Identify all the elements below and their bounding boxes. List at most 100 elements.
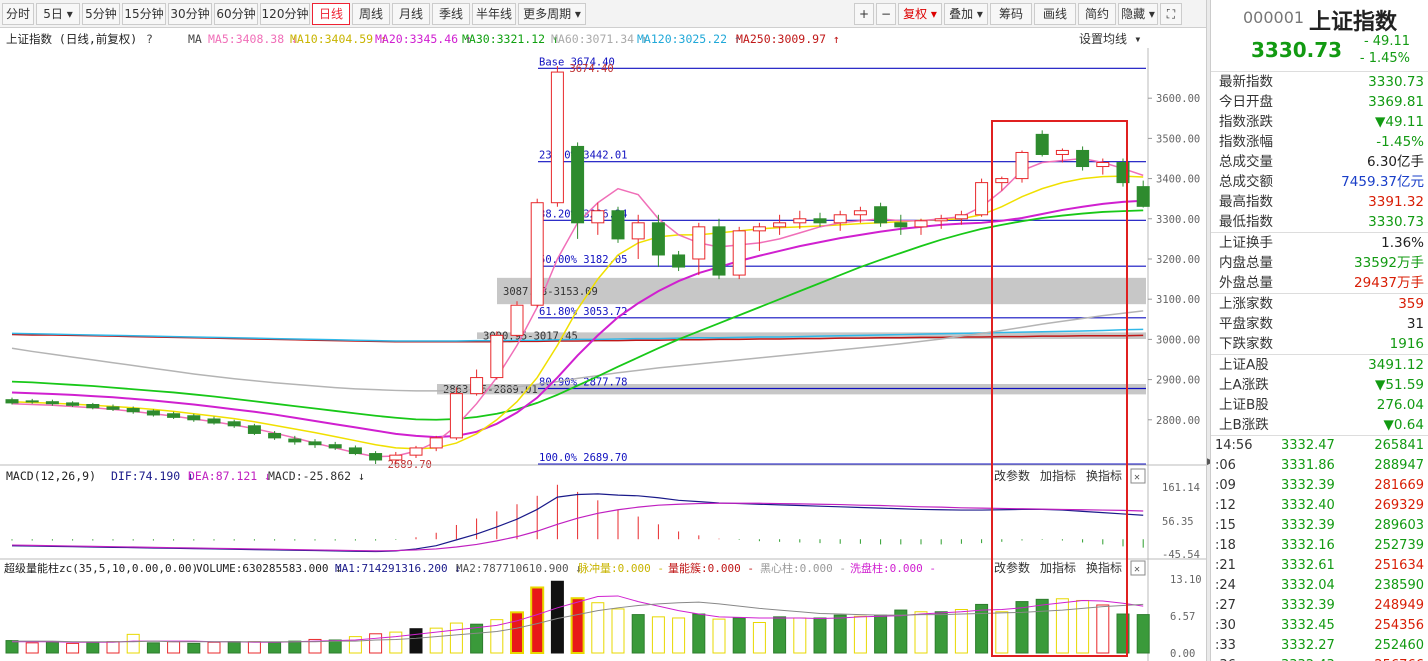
candle-body [268,432,282,439]
tick-time: 14:56 [1215,438,1253,453]
y-tick-label: 3100.00 [1156,294,1200,306]
period-button-1[interactable]: 5日 ▾ [36,3,80,25]
tick-price: 3332.61 [1281,558,1335,573]
tool-button-8[interactable]: ⛶ [1160,3,1182,25]
ma-legend-9: MA250:3009.97 ↑ [736,32,840,46]
tick-price: 3332.39 [1281,518,1335,533]
tick-row: :24 3332.04 238590 [1211,576,1428,596]
period-button-11[interactable]: 半年线 [472,3,516,25]
stat-value: 3369.81 [1368,94,1424,110]
tick-row: :21 3332.61 251634 [1211,556,1428,576]
period-button-12[interactable]: 更多周期 ▾ [518,3,586,25]
stat-row: 外盘总量 29437万手 [1211,273,1428,293]
candle-body [348,447,362,455]
period-button-4[interactable]: 30分钟 [168,3,212,25]
ma-legend-2: MA [188,32,202,46]
tick-time: :33 [1215,638,1236,653]
tool-button-0[interactable]: + [854,3,874,25]
tool-button-7[interactable]: 隐藏 ▾ [1118,3,1158,25]
candle-body [328,444,342,449]
volume-bar [853,615,867,654]
macd-button-1[interactable]: 加指标 [1040,468,1076,483]
stat-value: 359 [1398,296,1424,312]
volume-bar [227,641,241,654]
stat-row: 内盘总量 33592万手 [1211,253,1428,273]
candle-body [146,410,160,416]
period-button-2[interactable]: 5分钟 [82,3,120,25]
candle-body [1015,151,1029,180]
stat-row: 上证A股 3491.12 [1211,355,1428,375]
volume-bar [66,642,80,654]
volume-bar [672,617,686,654]
volume-button-2[interactable]: 换指标 [1086,560,1122,575]
tick-volume: 251634 [1374,558,1424,573]
volume-bar [894,609,908,654]
stat-label: 上证换手 [1219,235,1273,251]
stat-row: 总成交量 6.30亿手 [1211,152,1428,172]
tick-list[interactable]: 14:56 3332.47 265841:06 3331.86 288947:09 333… [1211,435,1428,661]
period-button-7[interactable]: 日线 [312,3,350,25]
volume-bar [1136,614,1150,654]
stat-label: 上证B股 [1219,397,1269,413]
period-button-8[interactable]: 周线 [352,3,390,25]
volume-bar [692,613,706,654]
stat-label: 今日开盘 [1219,94,1273,110]
macd-value-label: MACD:-25.862 ↓ [268,469,365,483]
tick-volume: 289603 [1374,518,1424,533]
kline-chart[interactable]: 上证指数 (日线,前复权)? MA MA5:3408.38 ↓MA10:3404.5… [0,28,1206,661]
candle-body [793,218,807,224]
candle-body [692,226,706,260]
tick-volume: 269329 [1374,498,1424,513]
stat-row: 平盘家数 31 [1211,314,1428,334]
period-button-10[interactable]: 季线 [432,3,470,25]
period-button-6[interactable]: 120分钟 [260,3,310,25]
tick-price: 3332.39 [1281,598,1335,613]
tool-button-6[interactable]: 简约 [1078,3,1116,25]
tool-button-1[interactable]: − [876,3,896,25]
stat-group-1: 上证换手 1.36% 内盘总量 33592万手 外盘总量 29437万手 [1211,232,1428,293]
period-button-3[interactable]: 15分钟 [122,3,166,25]
tool-button-2[interactable]: 复权 ▾ [898,3,942,25]
stat-label: 最低指数 [1219,214,1273,230]
stat-row: 最高指数 3391.32 [1211,192,1428,212]
candle-body [530,202,544,306]
volume-bar [813,617,827,654]
tick-price: 3332.43 [1281,656,1335,661]
period-button-9[interactable]: 月线 [392,3,430,25]
y-tick-label: 3000.00 [1156,334,1200,346]
period-button-5[interactable]: 60分钟 [214,3,258,25]
tick-price: 3332.27 [1281,638,1335,653]
tool-button-5[interactable]: 画线 [1034,3,1076,25]
candle-body [308,441,322,446]
macd-button-2[interactable]: 换指标 [1086,468,1122,483]
candle-body [975,182,989,216]
volume-button-0[interactable]: 改参数 [994,560,1030,575]
tick-time: :30 [1215,618,1236,633]
volume-button-1[interactable]: 加指标 [1040,560,1076,575]
fib-label: 100.0% 2689.70 [539,452,628,464]
volume-bar [288,640,302,654]
stat-label: 下跌家数 [1219,336,1273,352]
volume-legend-1: VOLUME:630285583.000 ↓ [196,562,342,575]
volume-bar [732,617,746,654]
macd-dea-label: DEA:87.121 ↓ [188,469,271,483]
y-tick-label: 3300.00 [1156,214,1200,226]
tool-button-3[interactable]: 叠加 ▾ [944,3,988,25]
tick-volume: 248949 [1374,598,1424,613]
candle-body [672,254,686,268]
stat-label: 总成交量 [1219,154,1273,170]
macd-button-0[interactable]: 改参数 [994,468,1030,483]
tick-row: :12 3332.40 269329 [1211,496,1428,516]
candle-body [732,230,746,276]
volume-legend-7: 洗盘柱:0.000 - [850,561,936,575]
stat-group-0: 最新指数 3330.73 今日开盘 3369.81 指数涨跌 ▼49.11 指数涨幅 -1.4… [1211,72,1428,232]
tick-volume: 252460 [1374,638,1424,653]
stat-label: 上A涨跌 [1219,377,1269,393]
candle-body [25,400,39,403]
tool-button-4[interactable]: 筹码 [990,3,1032,25]
volume-bar [25,642,39,654]
y-tick-label: 2900.00 [1156,375,1200,387]
period-button-0[interactable]: 分时 [2,3,34,25]
y-tick-label: 3400.00 [1156,174,1200,186]
stat-value: ▼51.59 [1374,377,1424,393]
